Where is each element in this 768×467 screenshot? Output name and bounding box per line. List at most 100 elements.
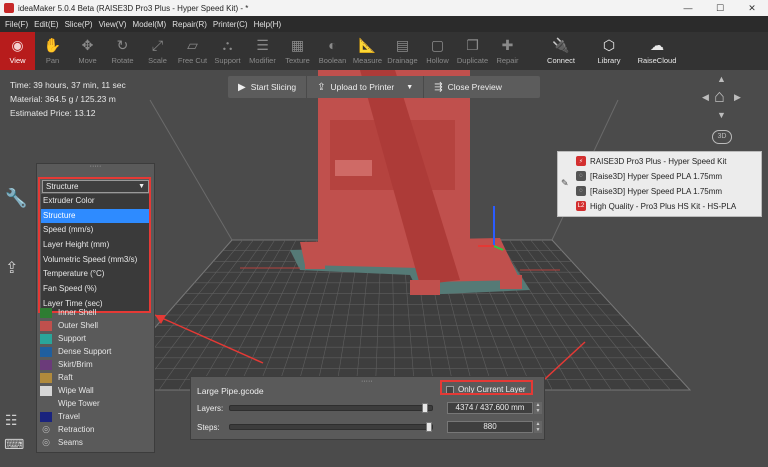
tool-move-button[interactable]: ✥ Move [70,32,105,70]
layers-field[interactable]: 4374 / 437.600 mm [447,402,533,414]
steps-slider[interactable] [229,422,433,432]
legend-item[interactable]: Support [40,332,150,345]
tool-label: Duplicate [456,56,489,65]
legend-label: Dense Support [58,347,112,356]
tool-texture-button[interactable]: ▦ Texture [280,32,315,70]
legend-item[interactable]: Raft [40,371,150,384]
maximize-button[interactable]: ☐ [704,0,736,16]
tool-support-button[interactable]: ⛬ Support [210,32,245,70]
menu-edit[interactable]: Edit(E) [31,20,61,29]
layers-spinner[interactable]: ▲ ▼ [534,402,542,414]
legend-color-swatch [40,346,52,357]
filament-icon: ◌ [576,171,586,181]
steps-field[interactable]: 880 [447,421,533,433]
profile-label: [Raise3D] Hyper Speed PLA 1.75mm [590,171,723,181]
legend-item[interactable]: ◎ Seams [40,436,150,449]
legend-item[interactable]: Skirt/Brim [40,358,150,371]
task-list-icon[interactable]: ☷ [5,412,18,429]
tool-duplicate-button[interactable]: ❐ Duplicate [455,32,490,70]
legend-item[interactable]: Wipe Wall [40,384,150,397]
start-slicing-button[interactable]: ▶ Start Slicing [228,76,306,98]
tool-raisecloud-button[interactable]: ☁ RaiseCloud [633,32,681,70]
steps-slider-handle[interactable] [426,422,432,432]
tool-label: Move [78,56,97,65]
printer-profile-row[interactable]: ◌ [Raise3D] Hyper Speed PLA 1.75mm [576,169,722,183]
legend-color-swatch [40,411,52,422]
move-icon: ✥ [81,37,94,53]
window-title: ideaMaker 5.0.4 Beta (RAISE3D Pro3 Plus … [18,3,249,13]
legend-label: Wipe Tower [58,399,100,408]
printer-profile-row[interactable]: ⚡ RAISE3D Pro3 Plus - Hyper Speed Kit [576,154,727,168]
legend-item[interactable]: ◎ Retraction [40,423,150,436]
legend-color-swatch [40,398,52,409]
tool-boolean-button[interactable]: ◐ Boolean [315,32,350,70]
printer-profile-row[interactable]: L2 High Quality - Pro3 Plus HS Kit - HS-P… [576,199,736,213]
visibility-eye-icon: ◎ [42,437,50,447]
tool-view-button[interactable]: ◉ View [0,32,35,70]
tool-repair-button[interactable]: ✚ Repair [490,32,525,70]
layers-slider-handle[interactable] [422,403,429,413]
nav-down-icon[interactable]: ▼ [717,110,726,120]
profile-label: [Raise3D] Hyper Speed PLA 1.75mm [590,186,723,196]
legend-item[interactable]: Wipe Tower [40,397,150,410]
menu-model[interactable]: Model(M) [129,20,169,29]
layers-slider[interactable] [229,403,433,413]
nav-up-icon[interactable]: ▲ [717,74,726,84]
tool-label: View [9,56,26,65]
nav-left-icon[interactable]: ◀ [702,92,709,103]
tool-modifier-button[interactable]: ☰ Modifier [245,32,280,70]
measure-icon: 📐 [358,37,377,53]
menu-repair[interactable]: Repair(R) [169,20,210,29]
navigation-cube[interactable]: ▲ ◀ ⌂ ▶ ▼ 3D [700,74,746,146]
view-3d-button[interactable]: 3D [712,130,732,144]
legend-label: Outer Shell [58,321,99,330]
print-time: Time: 39 hours, 37 min, 11 sec [10,80,126,90]
legend-label: Raft [58,373,73,382]
tool-label: Library [597,56,621,65]
menu-help[interactable]: Help(H) [251,20,285,29]
tool-drainage-button[interactable]: ▤ Drainage [385,32,420,70]
texture-icon: ▦ [290,37,305,53]
modifier-icon: ☰ [256,37,269,53]
structure-legend: Inner Shell Outer Shell Support Dense Suppo… [40,306,150,449]
tool-label: Boolean [318,56,347,65]
legend-item[interactable]: Outer Shell [40,319,150,332]
edit-icon[interactable]: ✎ [561,178,569,189]
tool-label: Connect [547,56,575,65]
tool-hollow-button[interactable]: ▢ Hollow [420,32,455,70]
legend-color-swatch [40,320,52,331]
keyboard-icon[interactable]: ⌨ [4,436,24,453]
tool-rotate-button[interactable]: ↻ Rotate [105,32,140,70]
menu-file[interactable]: File(F) [2,20,31,29]
tool-library-button[interactable]: ⬡ Library [585,32,633,70]
upload-icon: ⇪ [317,81,326,93]
export-icon[interactable]: ⇪ [5,258,18,278]
close-preview-button[interactable]: ⇶ Close Preview [424,76,512,98]
tool-measure-button[interactable]: 📐 Measure [350,32,385,70]
legend-color-swatch [40,385,52,396]
legend-item[interactable]: Dense Support [40,345,150,358]
menu-view[interactable]: View(V) [96,20,130,29]
chevron-down-icon[interactable]: ▼ [406,84,413,91]
legend-item[interactable]: Inner Shell [40,306,150,319]
wrench-icon[interactable]: 🔧 [5,188,27,209]
tool-scale-button[interactable]: ⤢ Scale [140,32,175,70]
nav-right-icon[interactable]: ▶ [734,92,741,103]
legend-label: Travel [58,412,80,421]
home-icon[interactable]: ⌂ [714,86,725,107]
tool-pan-button[interactable]: ✋ Pan [35,32,70,70]
minimize-button[interactable]: — [672,0,704,16]
tool-connect-button[interactable]: 🔌 Connect [537,32,585,70]
upload-to-printer-button[interactable]: ⇪ Upload to Printer ▼ [307,76,423,98]
menu-slice[interactable]: Slice(P) [62,20,96,29]
menu-printer[interactable]: Printer(C) [210,20,251,29]
menu-bar: File(F) Edit(E) Slice(P) View(V) Model(M… [0,16,768,32]
panel-grip[interactable]: ····· [361,378,373,385]
printer-profile-row[interactable]: ◌ [Raise3D] Hyper Speed PLA 1.75mm [576,184,722,198]
close-button[interactable]: ✕ [736,0,768,16]
legend-item[interactable]: Travel [40,410,150,423]
panel-grip[interactable]: ····· [37,163,154,172]
tool-free-cut-button[interactable]: ▱ Free Cut [175,32,210,70]
legend-label: Support [58,334,87,343]
steps-spinner[interactable]: ▲ ▼ [534,421,542,433]
